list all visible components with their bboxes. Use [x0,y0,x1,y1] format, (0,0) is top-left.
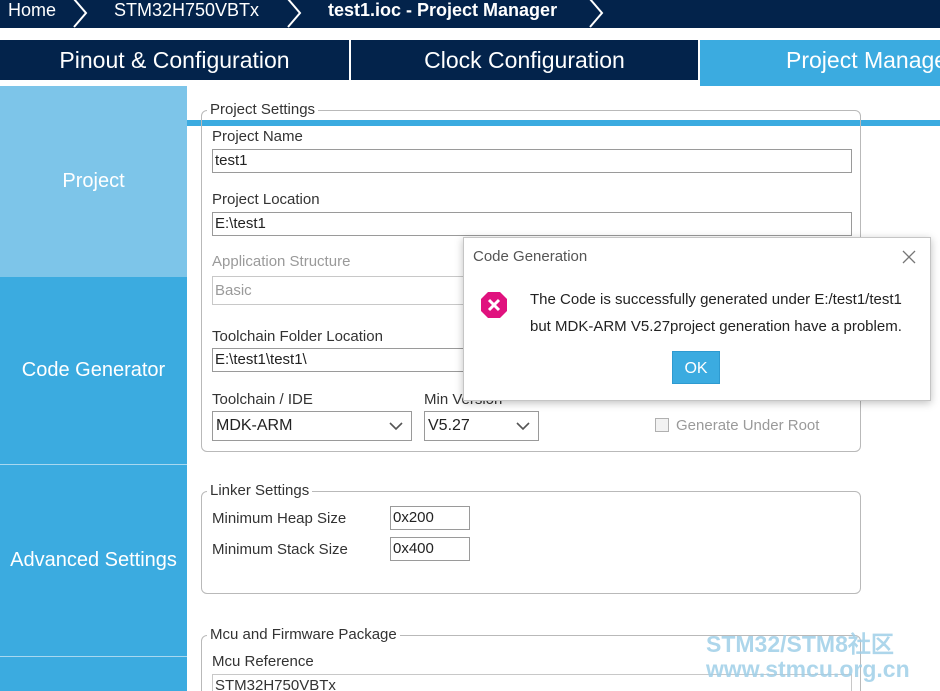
sidebar-item-project[interactable]: Project [0,86,187,277]
generate-under-root-option: Generate Under Root [655,416,819,434]
sidebar-item-code-generator[interactable]: Code Generator [0,277,187,464]
project-name-label: Project Name [212,128,303,145]
generate-under-root-label: Generate Under Root [676,416,820,434]
tab-project-manager[interactable]: Project Manager [700,40,940,86]
sidebar-divider [0,656,187,657]
project-location-input[interactable]: E:\test1 [212,212,852,236]
application-structure-label: Application Structure [212,253,351,270]
sidebar: Project Code Generator Advanced Settings [0,86,187,691]
stack-size-label: Minimum Stack Size [212,541,348,558]
heap-size-input[interactable]: 0x200 [390,506,470,530]
toolchain-ide-select[interactable]: MDK-ARM [212,411,412,441]
chevron-right-icon [287,0,302,28]
error-icon [481,292,507,318]
breadcrumb: Home STM32H750VBTx test1.ioc - Project M… [0,0,940,28]
ok-button[interactable]: OK [672,351,720,384]
project-location-label: Project Location [212,191,320,208]
watermark-line-1: STM32/STM8社区 [706,631,894,657]
dialog-message-line-2: but MDK-ARM V5.27project generation have… [530,318,902,335]
min-version-value: V5.27 [428,417,470,434]
main-tabs: Pinout & Configuration Clock Configurati… [0,40,940,126]
chevron-down-icon [516,422,530,431]
min-version-select[interactable]: V5.27 [424,411,539,441]
project-settings-legend: Project Settings [207,101,319,118]
chevron-down-icon [389,422,403,431]
watermark-line-2: www.stmcu.org.cn [706,656,910,682]
breadcrumb-project[interactable]: test1.ioc - Project Manager [328,0,557,28]
stack-size-input[interactable]: 0x400 [390,537,470,561]
breadcrumb-home[interactable]: Home [8,0,56,28]
dialog-title: Code Generation [473,248,588,265]
heap-size-label: Minimum Heap Size [212,510,347,527]
toolchain-ide-label: Toolchain / IDE [212,391,313,408]
dialog-message-line-1: The Code is successfully generated under… [530,291,902,308]
linker-settings-legend: Linker Settings [207,482,313,499]
mcu-reference-label: Mcu Reference [212,653,314,670]
toolchain-folder-label: Toolchain Folder Location [212,328,383,345]
tab-clock-configuration[interactable]: Clock Configuration [351,40,698,80]
chevron-right-icon [73,0,88,28]
code-generation-dialog: Code Generation The Code is successfully… [463,237,931,401]
sidebar-item-advanced-settings[interactable]: Advanced Settings [0,465,187,656]
generate-under-root-checkbox [655,418,669,432]
watermark: STM32/STM8社区 www.stmcu.org.cn [706,632,936,682]
chevron-right-icon [589,0,604,28]
close-icon[interactable] [902,250,916,264]
breadcrumb-device[interactable]: STM32H750VBTx [114,0,259,28]
mcu-firmware-legend: Mcu and Firmware Package [207,626,400,643]
toolchain-ide-value: MDK-ARM [216,417,293,434]
tab-pinout-configuration[interactable]: Pinout & Configuration [0,40,349,80]
project-name-input[interactable]: test1 [212,149,852,173]
